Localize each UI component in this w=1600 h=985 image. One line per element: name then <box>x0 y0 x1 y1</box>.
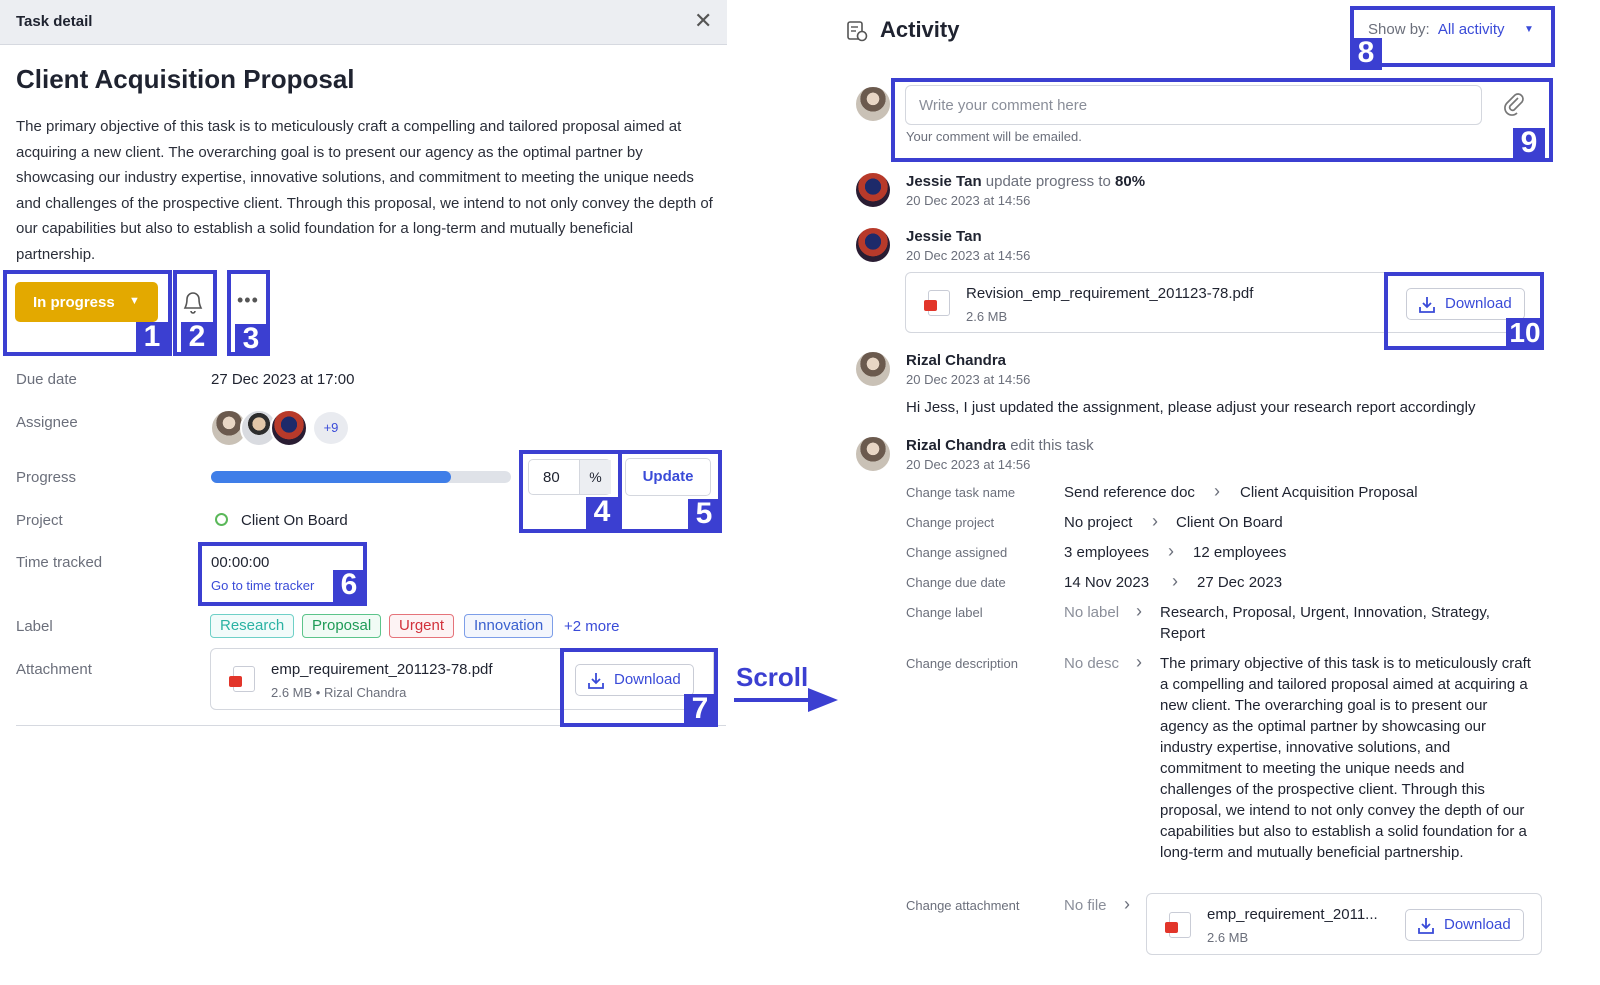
activity-time: 20 Dec 2023 at 14:56 <box>906 248 1031 263</box>
attachment-name: Revision_emp_requirement_201123-78.pdf <box>966 285 1254 302</box>
activity-title: Activity <box>880 17 960 42</box>
activity-time: 20 Dec 2023 at 14:56 <box>906 193 1031 208</box>
history-label: Change project <box>906 515 995 530</box>
header-title: Task detail <box>16 13 93 30</box>
annotation-tag-4: 4 <box>586 497 618 529</box>
actor-name: Rizal Chandra <box>906 437 1007 454</box>
project-label: Project <box>16 512 63 529</box>
attachment-label: Attachment <box>16 661 92 678</box>
annotation-box-9 <box>891 78 1553 162</box>
download-button[interactable]: Download <box>1405 909 1524 941</box>
time-tracked-label: Time tracked <box>16 554 103 571</box>
avatar <box>854 435 892 473</box>
history-old-value: Send reference doc <box>1064 484 1195 501</box>
history-old-value: No desc <box>1064 655 1120 672</box>
task-detail-header: Task detail ✕ <box>0 0 727 45</box>
avatar <box>854 171 892 209</box>
chevron-right-icon: › <box>1124 894 1130 914</box>
download-icon <box>1418 918 1434 934</box>
history-old-value: No project <box>1064 514 1133 531</box>
history-old-value: No label <box>1064 604 1120 621</box>
history-new-value: The primary objective of this task is to… <box>1160 655 1531 861</box>
annotation-tag-2: 2 <box>181 322 213 354</box>
annotation-tag-6: 6 <box>333 570 365 602</box>
arrow-right-icon <box>734 685 838 715</box>
due-date-label: Due date <box>16 371 77 388</box>
download-label: Download <box>1444 916 1511 933</box>
history-new-value: 12 employees <box>1193 544 1287 561</box>
assignee-label: Assignee <box>16 414 78 431</box>
close-icon[interactable]: ✕ <box>694 8 712 34</box>
label-chip-innovation[interactable]: Innovation <box>464 614 554 638</box>
attachment-size: 2.6 MB <box>1207 930 1249 945</box>
history-label: Change attachment <box>906 898 1020 913</box>
attachment-meta: 2.6 MB • Rizal Chandra <box>271 685 407 700</box>
actor-name: Rizal Chandra <box>906 352 1007 369</box>
activity-time: 20 Dec 2023 at 14:56 <box>906 457 1031 472</box>
task-title: Client Acquisition Proposal <box>16 64 355 94</box>
label-chip-urgent[interactable]: Urgent <box>389 614 455 638</box>
activity-time: 20 Dec 2023 at 14:56 <box>906 372 1031 387</box>
activity-entry-header: Jessie Tan update progress to 80% <box>906 173 1145 190</box>
annotation-tag-1: 1 <box>136 322 168 354</box>
history-old-value: 3 employees <box>1064 544 1150 561</box>
activity-entry-header: Rizal Chandra edit this task <box>906 437 1094 454</box>
progress-bar <box>211 471 511 483</box>
pdf-file-icon <box>924 290 950 316</box>
annotation-tag-10: 10 <box>1506 318 1544 350</box>
history-label: Change description <box>906 656 1019 671</box>
avatar <box>854 85 892 123</box>
pdf-file-icon <box>229 666 255 692</box>
task-description: The primary objective of this task is to… <box>16 118 713 263</box>
label-label: Label <box>16 618 53 635</box>
actor-name: Jessie Tan <box>906 228 982 245</box>
attachment-size: 2.6 MB <box>966 309 1008 324</box>
project-value[interactable]: Client On Board <box>241 512 348 529</box>
due-date-value: 27 Dec 2023 at 17:00 <box>211 371 355 388</box>
progress-fill <box>211 471 451 483</box>
pdf-file-icon <box>1165 912 1191 938</box>
attachment-card: emp_requirement_2011... 2.6 MB Download <box>1146 893 1542 955</box>
chevron-right-icon: › <box>1152 511 1158 531</box>
attachment-name: emp_requirement_2011... <box>1207 906 1378 923</box>
label-chip-research[interactable]: Research <box>210 614 295 638</box>
history-label: Change task name <box>906 485 1016 500</box>
project-status-icon <box>215 513 228 526</box>
annotation-tag-8: 8 <box>1350 38 1382 70</box>
progress-label: Progress <box>16 469 77 486</box>
activity-action: edit this task <box>1010 437 1094 454</box>
history-new-value: Research, Proposal, Urgent, Innovation, … <box>1160 604 1490 642</box>
avatar <box>854 350 892 388</box>
actor-name: Jessie Tan <box>906 173 982 190</box>
chevron-right-icon: › <box>1168 541 1174 561</box>
chevron-right-icon: › <box>1136 652 1142 672</box>
label-chip-proposal[interactable]: Proposal <box>302 614 382 638</box>
avatar[interactable] <box>270 409 308 447</box>
annotation-tag-3: 3 <box>235 324 267 356</box>
chevron-right-icon: › <box>1214 481 1220 501</box>
avatar <box>854 226 892 264</box>
chevron-right-icon: › <box>1172 571 1178 591</box>
activity-value: 80% <box>1115 173 1146 190</box>
history-old-value: 14 Nov 2023 <box>1064 574 1150 591</box>
activity-action: update progress to <box>985 173 1111 190</box>
annotation-tag-5: 5 <box>688 499 720 531</box>
annotation-tag-7: 7 <box>684 694 716 726</box>
chevron-right-icon: › <box>1136 601 1142 621</box>
history-label: Change assigned <box>906 545 1008 560</box>
history-new-value: 27 Dec 2023 <box>1197 574 1283 591</box>
attachment-name: emp_requirement_201123-78.pdf <box>271 661 493 678</box>
history-label: Change label <box>906 605 983 620</box>
labels-more-link[interactable]: +2 more <box>564 618 619 635</box>
activity-icon <box>846 20 868 42</box>
assignee-more-badge[interactable]: +9 <box>314 412 348 444</box>
history-old-value: No file <box>1064 897 1107 914</box>
annotation-tag-9: 9 <box>1513 128 1545 160</box>
history-new-value: Client On Board <box>1176 514 1283 531</box>
history-label: Change due date <box>906 575 1006 590</box>
history-new-value: Client Acquisition Proposal <box>1240 484 1418 501</box>
comment-message: Hi Jess, I just updated the assignment, … <box>906 399 1476 416</box>
